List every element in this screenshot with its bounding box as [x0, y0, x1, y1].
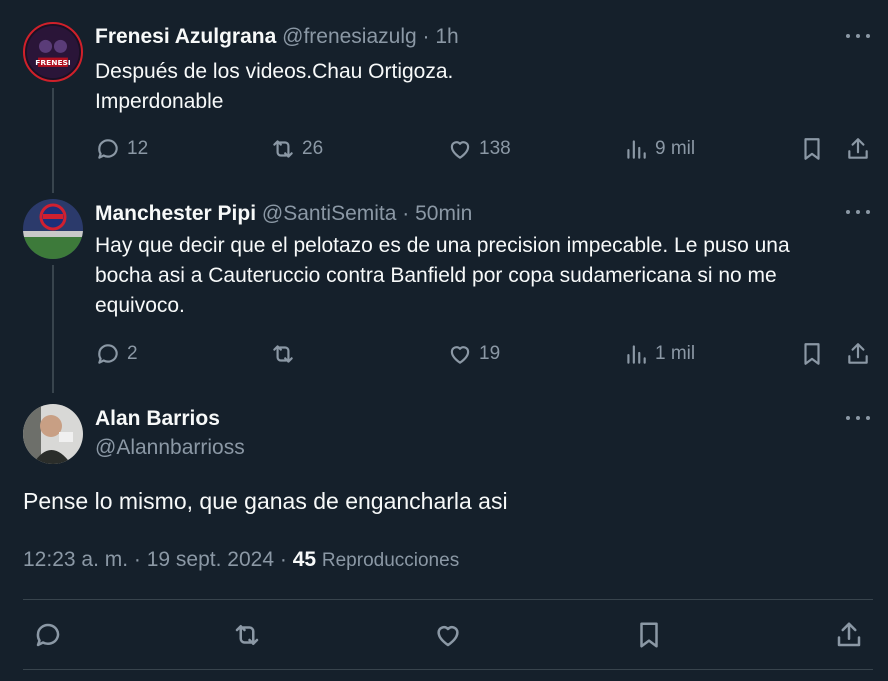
avatar-text: FRENESI — [35, 58, 71, 67]
tweet-manchester-pipi[interactable]: Manchester Pipi @SantiSemita · 50min Hay… — [0, 195, 888, 395]
main-tweet-meta: 12:23 a. m. · 19 sept. 2024 · 45 Reprodu… — [23, 548, 459, 572]
more-options-icon[interactable] — [846, 200, 870, 224]
tweet-actions: 12 26 138 9 mil — [0, 134, 888, 164]
reply-count: 12 — [127, 138, 149, 159]
bookmark-icon — [804, 138, 820, 160]
tweet-frenesi[interactable]: FRENESI Frenesi Azulgrana @frenesiazulg … — [0, 0, 888, 195]
views-button[interactable]: 9 mil — [623, 134, 695, 164]
heart-icon — [450, 346, 470, 364]
retweet-count: 26 — [302, 138, 324, 159]
share-icon — [848, 343, 868, 364]
reply-count: 2 — [127, 343, 138, 364]
share-button[interactable] — [834, 620, 864, 650]
bookmark-button[interactable] — [634, 620, 664, 650]
tweet-date[interactable]: · 19 sept. 2024 · — [134, 548, 287, 571]
bookmark-button[interactable] — [799, 339, 825, 369]
like-button[interactable]: 19 — [447, 339, 500, 369]
tweet-header: Manchester Pipi @SantiSemita · 50min — [95, 202, 472, 226]
tweet-text-line: Imperdonable — [95, 90, 224, 113]
retweet-button[interactable] — [270, 339, 302, 369]
heart-icon — [450, 141, 470, 159]
like-count: 138 — [479, 138, 511, 159]
share-icon — [837, 622, 861, 647]
avatar-photo-icon — [23, 404, 83, 464]
share-button[interactable] — [845, 134, 871, 164]
timestamp[interactable]: · 50min — [402, 202, 472, 225]
tweet-text-line: Hay que decir que el pelotazo es de una … — [95, 234, 790, 257]
tweet-text-line: bocha asi a Cauteruccio contra Banfield … — [95, 264, 777, 287]
handle[interactable]: @frenesiazulg — [282, 25, 417, 48]
retweet-button[interactable] — [232, 620, 262, 650]
reply-button[interactable] — [33, 620, 63, 650]
thread-line — [52, 265, 54, 393]
tweet-text-line: equivoco. — [95, 294, 185, 317]
view-count: 1 mil — [655, 343, 696, 364]
reply-icon — [98, 139, 118, 159]
avatar[interactable] — [23, 199, 83, 259]
like-button[interactable] — [433, 620, 463, 650]
share-button[interactable] — [845, 339, 871, 369]
tweet-header: Alan Barrios @Alannbarrioss — [95, 407, 245, 460]
avatar-logo-icon: FRENESI — [26, 25, 80, 79]
divider — [23, 599, 873, 600]
more-options-icon[interactable] — [846, 406, 870, 430]
heart-icon — [437, 626, 459, 647]
display-name[interactable]: Manchester Pipi — [95, 202, 256, 225]
bookmark-button[interactable] — [799, 134, 825, 164]
divider — [23, 669, 873, 670]
avatar[interactable]: FRENESI — [23, 22, 83, 82]
retweet-icon — [273, 345, 293, 363]
bookmark-icon — [804, 343, 820, 365]
views-chart-icon — [627, 345, 646, 364]
tweet-header: Frenesi Azulgrana @frenesiazulg · 1h — [95, 25, 459, 49]
reply-button[interactable]: 2 — [95, 339, 138, 369]
tweet-text: Después de los videos.Chau Ortigoza. Imp… — [95, 57, 453, 117]
views-label: Reproducciones — [321, 550, 460, 571]
avatar-crest-icon — [23, 199, 83, 259]
main-tweet-text: Pense lo mismo, que ganas de engancharla… — [23, 488, 508, 514]
retweet-icon — [235, 625, 259, 645]
handle[interactable]: @SantiSemita — [262, 202, 397, 225]
display-name[interactable]: Frenesi Azulgrana — [95, 25, 276, 48]
tweet-text: Hay que decir que el pelotazo es de una … — [95, 231, 790, 321]
retweet-button[interactable]: 26 — [270, 134, 323, 164]
view-count: 9 mil — [655, 138, 696, 159]
handle[interactable]: @Alannbarrioss — [95, 436, 245, 460]
more-options-icon[interactable] — [846, 24, 870, 48]
tweet-time[interactable]: 12:23 a. m. — [23, 548, 128, 571]
views-count: 45 — [292, 548, 317, 571]
bookmark-icon — [640, 622, 658, 648]
views-chart-icon — [627, 140, 646, 159]
tweet-actions: 2 19 1 mil — [0, 339, 888, 369]
share-icon — [848, 138, 868, 159]
reply-button[interactable]: 12 — [95, 134, 148, 164]
reply-icon — [36, 623, 60, 647]
tweet-text-line: Después de los videos.Chau Ortigoza. — [95, 60, 454, 83]
like-count: 19 — [479, 343, 501, 364]
like-button[interactable]: 138 — [447, 134, 511, 164]
timestamp[interactable]: · 1h — [423, 25, 459, 48]
reply-icon — [98, 344, 118, 364]
views-button[interactable]: 1 mil — [623, 339, 695, 369]
retweet-icon — [273, 140, 293, 158]
avatar[interactable] — [23, 404, 83, 464]
display-name[interactable]: Alan Barrios — [95, 407, 245, 431]
